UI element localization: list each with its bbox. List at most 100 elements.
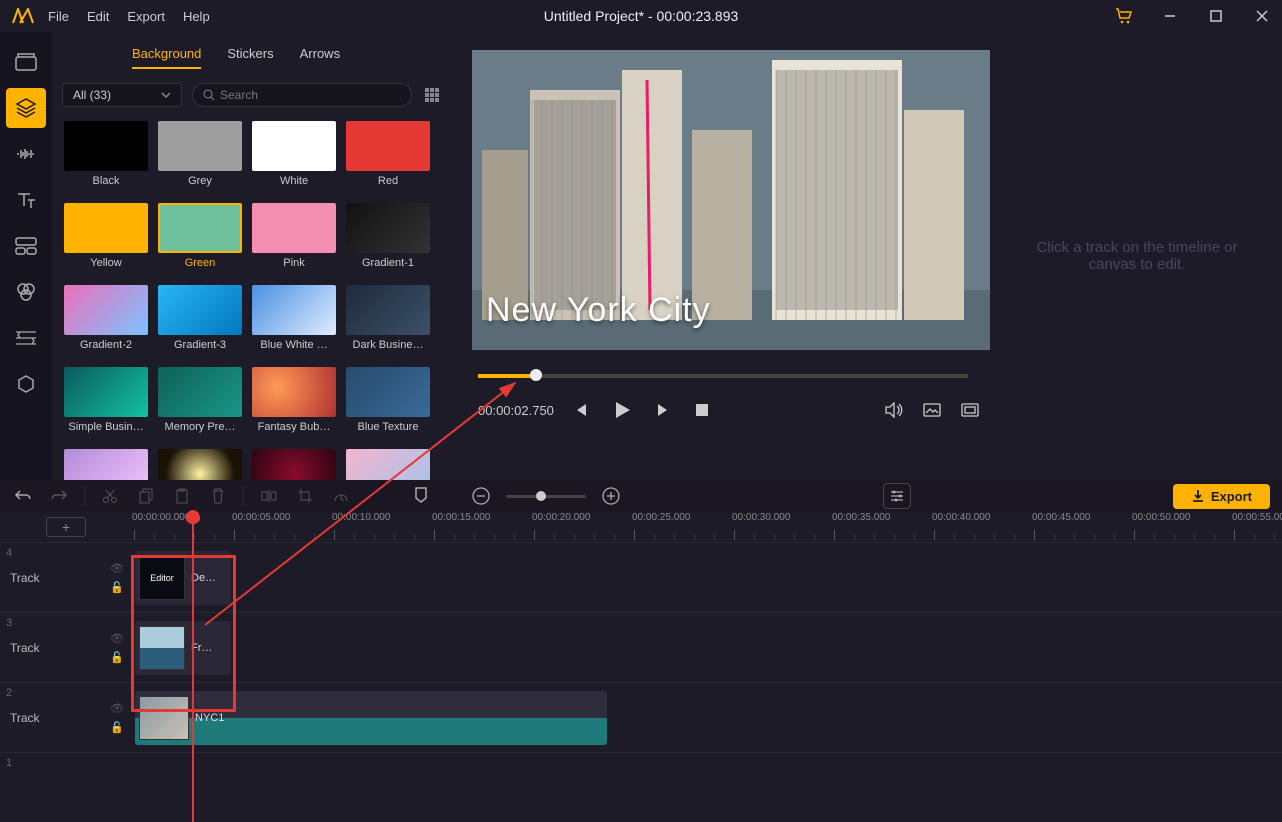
visibility-toggle-icon[interactable]: 👁 xyxy=(110,562,124,575)
preview-scrubber[interactable] xyxy=(478,374,968,378)
swatch-Dark Busine…[interactable]: Dark Busine… xyxy=(344,285,432,357)
marker-button[interactable] xyxy=(410,485,432,507)
lock-toggle-icon[interactable]: 🔓 xyxy=(110,721,124,734)
clip-label: De… xyxy=(191,572,216,584)
timeline-clip-frame[interactable]: Fr… xyxy=(135,621,231,675)
add-track-button[interactable]: + xyxy=(46,517,86,537)
swatch-17[interactable] xyxy=(156,449,244,480)
search-icon xyxy=(203,89,214,101)
browser-tabs: Background Stickers Arrows xyxy=(62,38,442,79)
split-button[interactable] xyxy=(258,485,280,507)
templates-tab-icon[interactable] xyxy=(6,226,46,266)
swatch-label: Grey xyxy=(188,175,212,187)
track-name[interactable]: Track xyxy=(10,711,40,725)
swatch-Fantasy Bub…[interactable]: Fantasy Bub… xyxy=(250,367,338,439)
track-number: 4 xyxy=(6,547,12,559)
track-name[interactable]: Track xyxy=(10,571,40,585)
maximize-button[interactable] xyxy=(1204,4,1228,28)
zoom-in-button[interactable] xyxy=(600,485,622,507)
swatch-Simple Busin…[interactable]: Simple Busin… xyxy=(62,367,150,439)
layers-tab-icon[interactable] xyxy=(6,88,46,128)
audio-tab-icon[interactable] xyxy=(6,134,46,174)
playhead-head[interactable] xyxy=(186,510,200,524)
lock-toggle-icon[interactable]: 🔓 xyxy=(110,581,124,594)
swatch-Gradient-1[interactable]: Gradient-1 xyxy=(344,203,432,275)
swatch-Green[interactable]: Green xyxy=(156,203,244,275)
swatch-Blue White …[interactable]: Blue White … xyxy=(250,285,338,357)
timeline-clip-editor[interactable]: Editor De… xyxy=(135,551,231,605)
media-tab-icon[interactable] xyxy=(6,42,46,82)
elements-tab-icon[interactable] xyxy=(6,364,46,404)
stop-button[interactable] xyxy=(690,398,714,422)
next-frame-button[interactable] xyxy=(652,398,676,422)
timeline-settings-button[interactable] xyxy=(883,483,911,509)
asset-browser: Background Stickers Arrows All (33) Blac… xyxy=(52,32,452,480)
timeline-clip-nyc1[interactable]: NYC1 xyxy=(135,691,607,745)
swatch-16[interactable] xyxy=(62,449,150,480)
timeline-toolbar: Export xyxy=(0,480,1282,512)
swatch-Pink[interactable]: Pink xyxy=(250,203,338,275)
menu-export[interactable]: Export xyxy=(127,9,165,24)
visibility-toggle-icon[interactable]: 👁 xyxy=(110,632,124,645)
swatch-18[interactable] xyxy=(250,449,338,480)
copy-button[interactable] xyxy=(135,485,157,507)
menu-file[interactable]: File xyxy=(48,9,69,24)
swatch-Yellow[interactable]: Yellow xyxy=(62,203,150,275)
transitions-tab-icon[interactable] xyxy=(6,318,46,358)
properties-placeholder: Click a track on the timeline or canvas … xyxy=(992,32,1282,480)
swatch-19[interactable] xyxy=(344,449,432,480)
swatch-Grey[interactable]: Grey xyxy=(156,121,244,193)
crop-button[interactable] xyxy=(294,485,316,507)
volume-icon[interactable] xyxy=(882,398,906,422)
swatch-Gradient-3[interactable]: Gradient-3 xyxy=(156,285,244,357)
swatch-Red[interactable]: Red xyxy=(344,121,432,193)
scrub-knob[interactable] xyxy=(530,369,542,381)
menu-edit[interactable]: Edit xyxy=(87,9,109,24)
filters-tab-icon[interactable] xyxy=(6,272,46,312)
redo-button[interactable] xyxy=(48,485,70,507)
lock-toggle-icon[interactable]: 🔓 xyxy=(110,651,124,664)
paste-button[interactable] xyxy=(171,485,193,507)
zoom-slider[interactable] xyxy=(506,495,586,498)
snapshot-icon[interactable] xyxy=(920,398,944,422)
tab-background[interactable]: Background xyxy=(132,46,201,69)
undo-button[interactable] xyxy=(12,485,34,507)
swatch-box xyxy=(252,367,336,417)
grid-view-icon[interactable] xyxy=(422,85,442,105)
visibility-toggle-icon[interactable]: 👁 xyxy=(110,702,124,715)
swatch-Black[interactable]: Black xyxy=(62,121,150,193)
ruler-label: 00:00:25.000 xyxy=(632,512,690,523)
tab-stickers[interactable]: Stickers xyxy=(227,46,273,69)
tab-arrows[interactable]: Arrows xyxy=(300,46,340,69)
clip-label: NYC1 xyxy=(195,712,224,724)
prev-frame-button[interactable] xyxy=(568,398,592,422)
export-button[interactable]: Export xyxy=(1173,484,1270,509)
swatch-Memory Pre…[interactable]: Memory Pre… xyxy=(156,367,244,439)
swatch-label: Blue Texture xyxy=(358,421,419,433)
preview-canvas[interactable]: New York City xyxy=(472,50,990,350)
playhead[interactable] xyxy=(192,512,194,822)
cut-button[interactable] xyxy=(99,485,121,507)
ruler-label: 00:00:40.000 xyxy=(932,512,990,523)
delete-button[interactable] xyxy=(207,485,229,507)
play-button[interactable] xyxy=(606,394,638,426)
speed-button[interactable] xyxy=(330,485,352,507)
fullscreen-icon[interactable] xyxy=(958,398,982,422)
swatch-box xyxy=(64,367,148,417)
swatch-White[interactable]: White xyxy=(250,121,338,193)
swatch-Blue Texture[interactable]: Blue Texture xyxy=(344,367,432,439)
zoom-out-button[interactable] xyxy=(470,485,492,507)
track-name[interactable]: Track xyxy=(10,641,40,655)
search-input[interactable] xyxy=(220,88,401,102)
cart-icon[interactable] xyxy=(1112,4,1136,28)
menu-help[interactable]: Help xyxy=(183,9,210,24)
zoom-knob[interactable] xyxy=(536,491,546,501)
minimize-button[interactable] xyxy=(1158,4,1182,28)
timeline-ruler[interactable]: 00:00:00.00000:00:05.00000:00:10.00000:0… xyxy=(132,512,1282,542)
swatch-Gradient-2[interactable]: Gradient-2 xyxy=(62,285,150,357)
filter-dropdown[interactable]: All (33) xyxy=(62,83,182,107)
scrub-fill xyxy=(478,374,535,378)
text-tab-icon[interactable] xyxy=(6,180,46,220)
search-box[interactable] xyxy=(192,83,412,107)
close-button[interactable] xyxy=(1250,4,1274,28)
